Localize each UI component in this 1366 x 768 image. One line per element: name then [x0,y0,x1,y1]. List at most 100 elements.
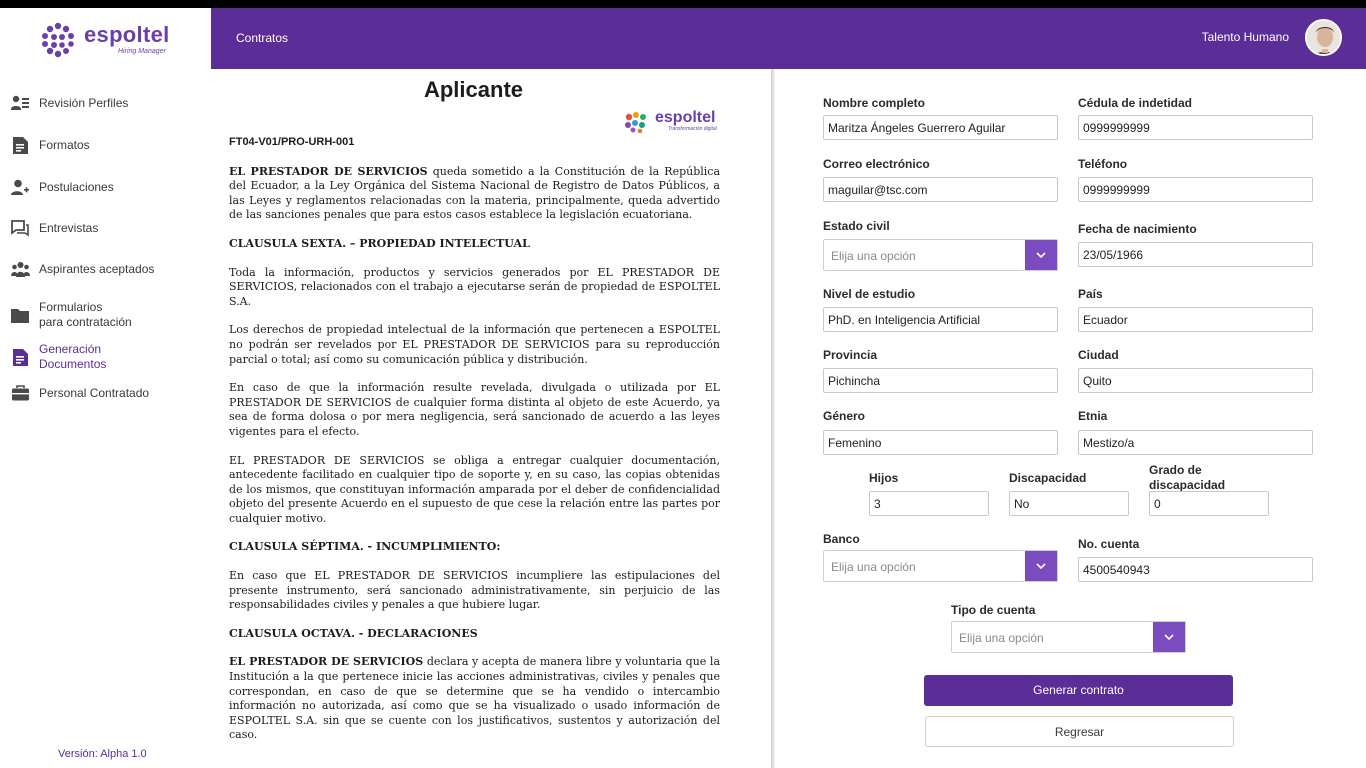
sidebar-item-aspirantes-aceptados[interactable]: Aspirantes aceptados [10,259,205,279]
label-line-1: Generación [39,342,102,356]
banco-label: Banco [823,532,860,546]
grado-discapacidad-input[interactable] [1149,491,1269,516]
ciudad-label: Ciudad [1078,348,1119,362]
logo-text: espoltel [84,22,170,47]
avatar[interactable] [1305,19,1342,56]
document-paragraph: En caso de que la información resulte re… [229,381,720,438]
document-heading: CLAUSULA OCTAVA. - DECLARACIONES [229,626,478,640]
sidebar: espoltel Hiring Manager Revisión Perfile… [0,8,211,768]
top-header: Contratos Talento Humano [211,8,1366,69]
pais-input[interactable] [1078,307,1313,332]
sidebar-item-label: Formatos [39,137,90,152]
sidebar-item-formatos[interactable]: Formatos [10,135,205,155]
chat-icon [10,218,30,238]
numero-cuenta-input[interactable] [1078,557,1313,582]
top-strip [0,0,1366,8]
select-placeholder: Elija una opción [959,631,1044,645]
sidebar-item-label: Personal Contratado [39,385,150,400]
sidebar-item-label: Formularios para contratación [39,300,132,330]
cedula-input[interactable] [1078,115,1313,140]
user-list-icon [10,93,30,113]
sidebar-item-postulaciones[interactable]: Postulaciones [10,177,205,197]
user-add-icon [10,177,30,197]
nombre-label: Nombre completo [823,96,926,110]
provincia-input[interactable] [823,368,1058,393]
app-logo[interactable]: espoltel Hiring Manager [38,20,178,62]
cedula-label: Cédula de indetidad [1078,96,1193,110]
banco-select[interactable]: Elija una opción [823,550,1058,582]
discapacidad-label: Discapacidad [1009,471,1087,485]
briefcase-icon [10,383,30,403]
label-line-2: discapacidad [1149,478,1226,492]
document-preview[interactable]: Aplicante espoltel Transformación digita… [211,69,771,768]
sidebar-item-entrevistas[interactable]: Entrevistas [10,218,205,238]
fecha-nacimiento-input[interactable] [1078,242,1313,267]
document-body: FT04-V01/PRO-URH-001 EL PRESTADOR DE SER… [229,135,720,757]
document-code: FT04-V01/PRO-URH-001 [229,136,355,148]
genero-label: Género [823,409,866,423]
document-heading: CLAUSULA SEXTA. – PROPIEDAD INTELECTUAL [229,236,530,250]
etnia-input[interactable] [1078,430,1313,455]
document-icon [10,347,30,367]
sidebar-item-personal-contratado[interactable]: Personal Contratado [10,383,205,403]
user-name[interactable]: Talento Humano [1202,30,1289,44]
provincia-label: Provincia [823,348,878,362]
logo-subtitle: Hiring Manager [118,48,166,55]
document-logo-subtitle: Transformación digital [668,126,717,132]
label-line-1: Grado de [1149,463,1202,477]
sidebar-item-label: Entrevistas [39,220,99,235]
back-button[interactable]: Regresar [925,716,1234,747]
bold-lead: EL PRESTADOR DE SERVICIOS [229,164,428,178]
telefono-label: Teléfono [1078,157,1128,171]
sidebar-item-revision-perfiles[interactable]: Revisión Perfiles [10,93,205,113]
document-paragraph: Los derechos de propiedad intelectual de… [229,323,720,366]
document-icon [10,135,30,155]
discapacidad-input[interactable] [1009,491,1129,516]
chevron-down-icon[interactable] [1025,240,1057,270]
group-icon [10,259,30,279]
estado-civil-select[interactable]: Elija una opción [823,239,1058,271]
hijos-label: Hijos [869,471,899,485]
nivel-estudio-input[interactable] [823,307,1058,332]
document-paragraph: EL PRESTADOR DE SERVICIOS queda sometido… [229,165,720,223]
estado-civil-label: Estado civil [823,219,890,233]
chevron-down-icon[interactable] [1153,622,1185,652]
numero-cuenta-label: No. cuenta [1078,537,1140,551]
folder-icon [10,305,30,325]
sidebar-item-label: Revisión Perfiles [39,95,129,110]
version-label: Versión: Alpha 1.0 [58,748,147,760]
sidebar-item-formularios[interactable]: Formularios para contratación [10,300,205,330]
select-placeholder: Elija una opción [831,560,916,574]
bold-lead: EL PRESTADOR DE SERVICIOS [229,655,424,669]
grado-discapacidad-label: Grado de discapacidad [1149,463,1225,493]
select-placeholder: Elija una opción [831,249,916,263]
document-logo: espoltel Transformación digital [623,109,718,135]
sidebar-item-label: Generación Documentos [39,342,106,372]
logo-dots-icon [625,112,646,133]
document-paragraph: Toda la información, productos y servici… [229,265,720,308]
chevron-down-icon[interactable] [1025,551,1057,581]
fecha-nacimiento-label: Fecha de nacimiento [1078,222,1197,236]
document-logo-text: espoltel [655,109,716,126]
nivel-estudio-label: Nivel de estudio [823,287,916,301]
label-line-2: para contratación [39,315,132,329]
correo-input[interactable] [823,177,1058,202]
correo-label: Correo electrónico [823,157,930,171]
document-paragraph: EL PRESTADOR DE SERVICIOS se obliga a en… [229,453,720,525]
applicant-form: Nombre completo Cédula de indetidad Corr… [775,69,1366,768]
sidebar-item-label: Postulaciones [39,179,114,194]
document-title: Aplicante [423,77,524,102]
nombre-input[interactable] [823,115,1058,140]
tipo-cuenta-select[interactable]: Elija una opción [951,621,1186,653]
sidebar-item-generacion-documentos[interactable]: Generación Documentos [10,342,205,372]
pais-label: País [1078,287,1103,301]
hijos-input[interactable] [869,491,989,516]
genero-input[interactable] [823,430,1058,455]
generate-contract-button[interactable]: Generar contrato [924,675,1233,706]
telefono-input[interactable] [1078,177,1313,202]
document-heading: CLAUSULA SÉPTIMA. - INCUMPLIMIENTO: [229,540,501,554]
label-line-2: Documentos [39,357,107,371]
ciudad-input[interactable] [1078,368,1313,393]
etnia-label: Etnia [1078,409,1108,423]
logo-dots-icon [42,22,74,58]
